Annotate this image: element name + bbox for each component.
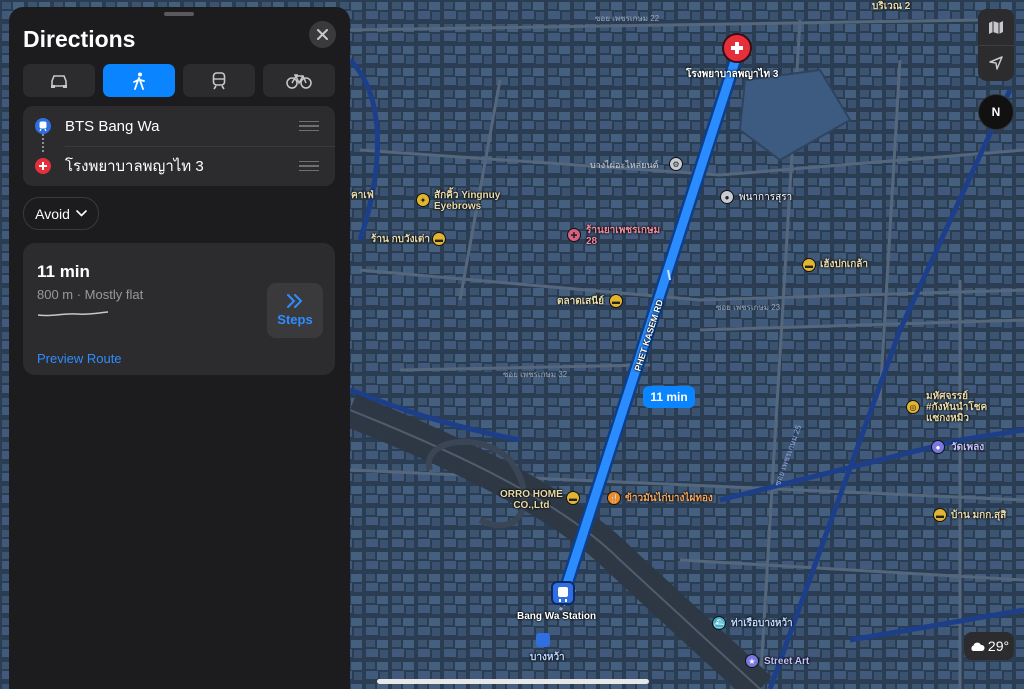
shop-poi-icon[interactable]: ▬	[432, 232, 446, 246]
street-soi-23: ซอย เพชรเกษม 23	[716, 303, 781, 312]
pharmacy-poi-icon[interactable]: ✚	[567, 228, 581, 242]
stop-origin[interactable]: BTS Bang Wa	[23, 106, 335, 146]
transit-stop-pin[interactable]	[536, 633, 550, 647]
elevation-profile	[37, 311, 109, 317]
location-arrow-icon	[989, 56, 1003, 70]
pier-poi-icon[interactable]: ⛴	[712, 616, 726, 630]
home-store-poi-icon[interactable]: ▬	[566, 491, 580, 505]
avoid-button[interactable]: Avoid	[23, 197, 99, 230]
mode-walk-button[interactable]	[103, 64, 175, 97]
weather-badge[interactable]: 29°	[964, 632, 1014, 660]
weather-temp: 29°	[987, 638, 1010, 654]
stop-destination[interactable]: โรงพยาบาลพญาไท 3	[23, 146, 335, 186]
drag-handle-icon[interactable]	[299, 118, 319, 135]
house-poi-icon[interactable]: ▬	[933, 508, 947, 522]
poi-watphleng[interactable]: วัดเพลง	[951, 442, 984, 453]
auto-parts-poi-icon[interactable]: ⚙	[669, 157, 683, 171]
poi-banmk[interactable]: บ้าน มกก.สุสิ	[951, 510, 1006, 521]
close-button[interactable]	[309, 21, 336, 48]
star-poi-icon[interactable]: ★	[745, 654, 759, 668]
eta-badge[interactable]: 11 min	[643, 386, 695, 408]
train-icon	[212, 71, 226, 89]
route-card[interactable]: 11 min 800 m · Mostly flat Steps Preview…	[23, 243, 335, 375]
temple-poi-icon[interactable]: ●	[931, 440, 945, 454]
compass-button[interactable]: N	[978, 94, 1014, 130]
cloud-icon	[971, 642, 985, 651]
poi-khaoman[interactable]: ข้าวมันไก่บางไผ่ทอง	[625, 493, 713, 504]
route-details: 800 m · Mostly flat	[37, 287, 144, 302]
transport-mode-selector	[23, 64, 335, 97]
panel-grabber[interactable]	[164, 12, 194, 16]
destination-label[interactable]: โรงพยาบาลพญาไท 3	[686, 69, 778, 80]
route-stops-card: BTS Bang Wa โรงพยาบาลพญาไท 3	[23, 106, 335, 186]
poi-bangwa-th[interactable]: บางหว้า	[530, 652, 565, 663]
route-time: 11 min	[37, 262, 90, 281]
poi-bricho[interactable]: บริเวณ 2	[872, 1, 910, 12]
car-icon	[51, 74, 67, 88]
stop-origin-label: BTS Bang Wa	[65, 117, 160, 135]
mode-cycle-button[interactable]	[263, 64, 335, 97]
chevron-double-right-icon	[287, 294, 303, 308]
walk-icon	[133, 72, 145, 90]
poi-phanakarn[interactable]: พนาการสุรา	[739, 192, 792, 203]
panel-title: Directions	[23, 26, 136, 52]
poi-orro[interactable]: ORRO HOME CO.,Ltd	[500, 489, 563, 511]
drag-handle-icon[interactable]	[299, 158, 319, 175]
steps-button[interactable]: Steps	[267, 283, 323, 338]
directions-panel: Directions BTS Bang Wa โรงพยาบาลพญาไท 3 …	[9, 7, 350, 689]
poi-mahajak[interactable]: มหัศจรรย์ #กังหันนำโชค แซกงหมิว	[926, 391, 987, 424]
poi-hengpak[interactable]: เฮ้งปกเกล้า	[820, 259, 868, 270]
poi-kafe[interactable]: คาเฟ่	[351, 190, 374, 201]
locate-button[interactable]	[978, 45, 1014, 81]
preview-route-link[interactable]: Preview Route	[37, 351, 122, 366]
mode-transit-button[interactable]	[183, 64, 255, 97]
beauty-poi-icon[interactable]: ✦	[416, 193, 430, 207]
home-indicator[interactable]	[377, 679, 649, 684]
map-controls	[978, 9, 1014, 81]
station-pin[interactable]	[551, 581, 575, 605]
market-poi-icon[interactable]: ▬	[609, 294, 623, 308]
poi-bangwa-parts[interactable]: บางไผ่อะไหล่ยนต์	[590, 160, 658, 171]
stop-destination-label: โรงพยาบาลพญาไท 3	[65, 158, 204, 175]
train-icon	[35, 118, 51, 134]
map-icon	[989, 20, 1003, 34]
poi-sakkhra[interactable]: สักคิ้ว Yingnuy Eyebrows	[434, 190, 500, 212]
close-icon	[317, 29, 328, 40]
poi-krungwangtae[interactable]: ร้าน กบวังเต่า	[371, 234, 430, 245]
poi-talad[interactable]: ตลาดเสนีย์	[557, 296, 604, 307]
store-poi-icon[interactable]: ▬	[802, 258, 816, 272]
shrine-poi-icon[interactable]: ◎	[906, 400, 920, 414]
steps-label: Steps	[277, 312, 313, 327]
hospital-icon	[35, 158, 51, 174]
street-soi-22: ซอย เพชรเกษม 22	[595, 14, 660, 23]
avoid-label: Avoid	[35, 205, 70, 222]
chevron-down-icon	[76, 210, 87, 217]
map-mode-button[interactable]	[978, 9, 1014, 45]
bicycle-icon	[286, 73, 312, 89]
station-label[interactable]: Bang Wa Station	[517, 611, 596, 622]
compass-label: N	[991, 105, 1001, 119]
poi-streetart[interactable]: Street Art	[764, 656, 809, 667]
bar-poi-icon[interactable]: ●	[720, 190, 734, 204]
mode-drive-button[interactable]	[23, 64, 95, 97]
restaurant-poi-icon[interactable]: 🍴	[607, 491, 621, 505]
destination-pin[interactable]	[722, 33, 752, 63]
street-soi-32: ซอย เพชรเกษม 32	[503, 370, 568, 379]
poi-pier[interactable]: ท่าเรือบางหว้า	[731, 618, 793, 629]
poi-phetkasem-pharmacy[interactable]: ร้านยาเพชรเกษม 28	[586, 225, 660, 247]
